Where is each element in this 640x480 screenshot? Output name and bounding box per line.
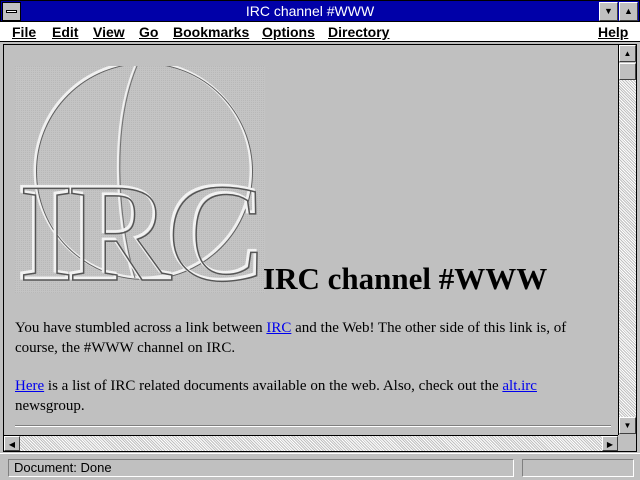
alt-irc-link[interactable]: alt.irc	[502, 378, 537, 394]
page-heading: IRC channel #WWW	[263, 261, 548, 296]
scroll-left-icon[interactable]: ◀	[4, 436, 20, 451]
vertical-scrollbar[interactable]: ▲ ▼	[618, 45, 636, 435]
status-text: Document: Done	[8, 459, 514, 477]
minimize-button[interactable]: ▼	[599, 2, 618, 21]
here-link[interactable]: Here	[15, 378, 44, 394]
intro-paragraph: You have stumbled across a link between …	[15, 320, 567, 356]
irc-logo: IRC IRC	[15, 66, 265, 293]
documents-paragraph: Here is a list of IRC related documents …	[15, 378, 537, 414]
scroll-down-icon[interactable]: ▼	[619, 417, 636, 434]
menu-directory[interactable]: Directory	[328, 24, 389, 40]
horizontal-scroll-track[interactable]	[20, 436, 602, 451]
window-title: IRC channel #WWW	[245, 3, 375, 19]
horizontal-scrollbar[interactable]: ◀ ▶	[4, 435, 618, 451]
menu-file[interactable]: File	[12, 24, 36, 40]
svg-text:IRC: IRC	[19, 156, 264, 293]
scrollbar-corner	[618, 435, 636, 451]
vertical-scroll-thumb[interactable]	[619, 63, 636, 80]
content-frame: IRC IRC IRC channel #WWW You have stumbl…	[3, 44, 637, 452]
menu-bookmarks[interactable]: Bookmarks	[173, 24, 249, 40]
vertical-scroll-track[interactable]	[619, 63, 636, 417]
scroll-up-icon[interactable]: ▲	[619, 45, 636, 62]
progress-indicator	[522, 459, 634, 477]
title-bar: IRC channel #WWW ▼ ▲	[0, 0, 640, 22]
menu-edit[interactable]: Edit	[52, 24, 78, 40]
document-view: IRC IRC IRC channel #WWW You have stumbl…	[4, 45, 618, 435]
menu-go[interactable]: Go	[139, 24, 158, 40]
maximize-button[interactable]: ▲	[619, 2, 638, 21]
scroll-right-icon[interactable]: ▶	[602, 436, 618, 451]
menu-options[interactable]: Options	[262, 24, 315, 40]
system-menu-icon[interactable]	[2, 2, 21, 21]
menu-help[interactable]: Help	[598, 24, 628, 40]
menu-view[interactable]: View	[93, 24, 125, 40]
menu-bar: File Edit View Go Bookmarks Options Dire…	[0, 22, 640, 42]
irc-link[interactable]: IRC	[266, 320, 291, 336]
horizontal-rule	[15, 425, 611, 427]
status-bar: Document: Done	[0, 453, 640, 480]
